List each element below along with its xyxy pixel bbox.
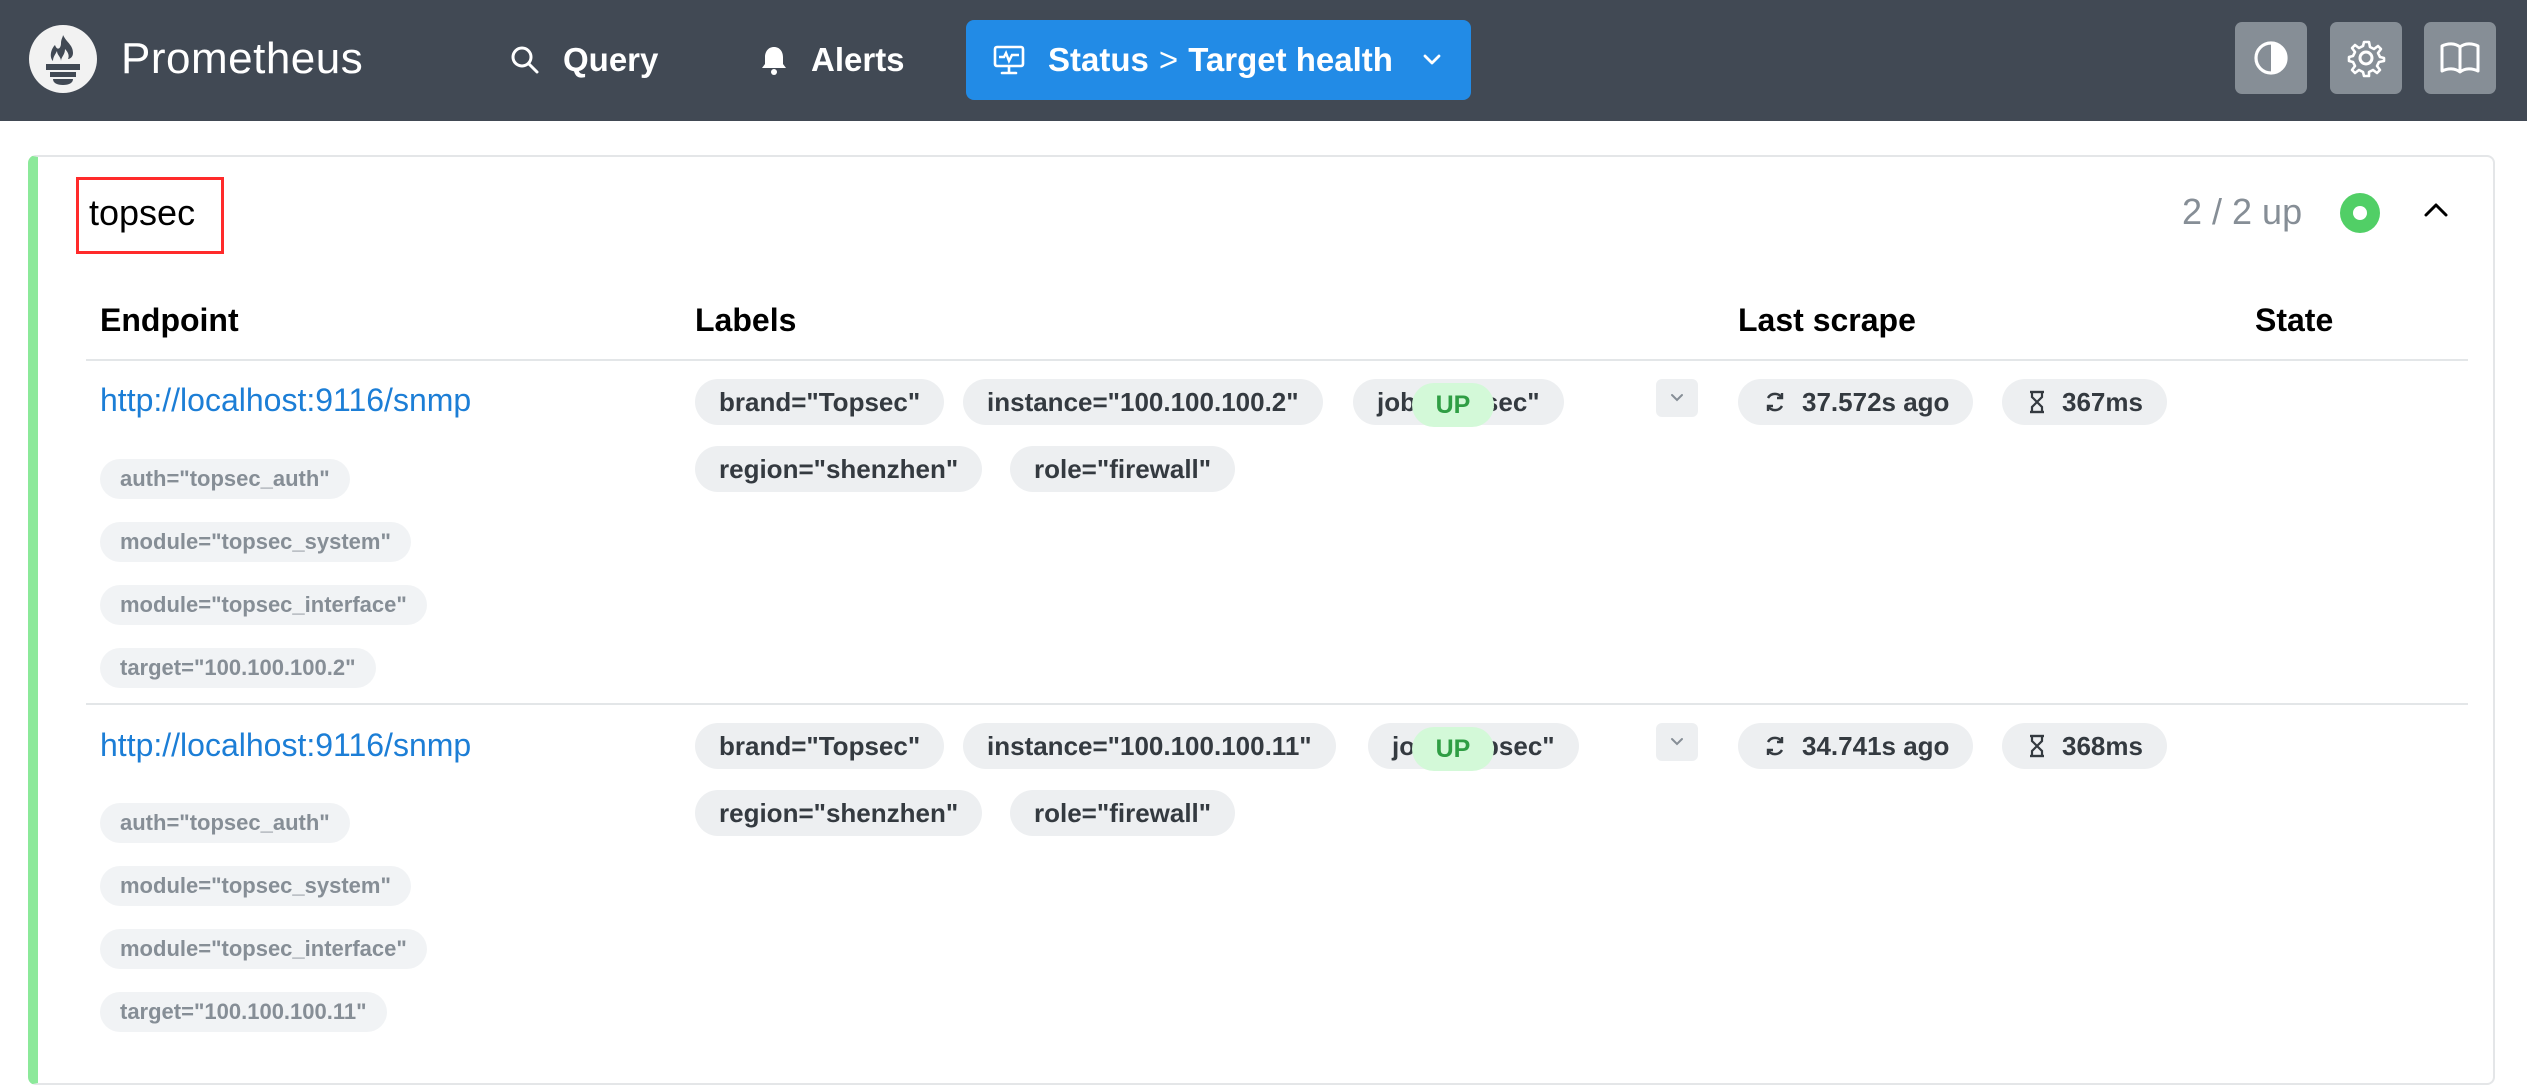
scrape-param-chip: module="topsec_interface": [100, 585, 427, 625]
settings-icon: [2347, 40, 2386, 78]
theme-toggle-icon: [2254, 41, 2288, 75]
expand-labels-button[interactable]: [1656, 379, 1698, 417]
last-scrape-value: 37.572s ago: [1802, 386, 1950, 417]
chevron-down-icon: [1671, 394, 1683, 402]
prometheus-logo-icon[interactable]: [29, 25, 97, 93]
scrape-param-chip: module="topsec_interface": [100, 929, 427, 969]
pool-up-summary: 2 / 2 up: [2182, 191, 2303, 232]
chevron-down-icon: [1423, 54, 1441, 65]
nav-status-current: Target health: [1188, 41, 1393, 78]
nav-status-dropdown[interactable]: Status > Target health: [966, 20, 1471, 100]
endpoint-link[interactable]: http://localhost:9116/snmp: [100, 727, 471, 764]
scrape-duration-value: 367ms: [2062, 386, 2143, 417]
nav-query[interactable]: Query: [509, 20, 658, 100]
label-chip: brand="Topsec": [695, 379, 945, 425]
nav-alerts-label: Alerts: [811, 41, 905, 78]
last-scrape-chip: 34.741s ago: [1738, 723, 1974, 769]
scrape-param-chip: auth="topsec_auth": [100, 459, 350, 499]
label-chip: region="shenzhen": [695, 790, 983, 836]
scrape-param-chip: target="100.100.100.2": [100, 648, 376, 688]
expand-labels-button[interactable]: [1656, 723, 1698, 761]
column-header-endpoint: Endpoint: [100, 302, 239, 338]
app-brand-title[interactable]: Prometheus: [121, 34, 363, 84]
breadcrumb-separator: >: [1158, 41, 1179, 78]
chevron-up-icon[interactable]: [2420, 195, 2452, 227]
last-scrape-value: 34.741s ago: [1802, 730, 1950, 761]
scrape-pool-card: topsec 2 / 2 up Endpoint Labels Last scr…: [28, 155, 2495, 1085]
scrape-duration-value: 368ms: [2062, 730, 2143, 761]
column-header-state: State: [2255, 302, 2334, 338]
table-divider: [86, 703, 2468, 705]
settings-button[interactable]: [2330, 22, 2402, 94]
documentation-button[interactable]: [2424, 22, 2496, 94]
hourglass-icon: [2030, 390, 2044, 414]
state-badge-up: UP: [1412, 383, 1494, 427]
nav-query-label: Query: [563, 41, 659, 78]
scrape-duration-chip: 367ms: [2002, 379, 2167, 425]
last-scrape-chip: 37.572s ago: [1738, 379, 1974, 425]
monitor-heartbeat-icon: [993, 45, 1025, 75]
scrape-param-chip: auth="topsec_auth": [100, 803, 350, 843]
endpoint-link[interactable]: http://localhost:9116/snmp: [100, 382, 471, 419]
column-header-labels: Labels: [695, 302, 797, 338]
label-chip: region="shenzhen": [695, 446, 983, 492]
label-chip: instance="100.100.100.11": [963, 723, 1336, 769]
pool-name: topsec: [76, 177, 224, 254]
search-icon: [511, 46, 539, 74]
book-icon: [2440, 42, 2480, 74]
chevron-down-icon: [1671, 738, 1683, 746]
table-divider: [86, 359, 2468, 361]
nav-alerts[interactable]: Alerts: [759, 20, 905, 100]
bell-icon: [762, 47, 786, 75]
scrape-param-chip: module="topsec_system": [100, 866, 411, 906]
scrape-param-chip: module="topsec_system": [100, 522, 411, 562]
refresh-icon: [1766, 392, 1784, 412]
theme-toggle-button[interactable]: [2235, 22, 2307, 94]
label-chip: instance="100.100.100.2": [963, 379, 1323, 425]
column-header-last-scrape: Last scrape: [1738, 302, 1916, 338]
state-badge-up: UP: [1412, 727, 1494, 771]
top-navigation-bar: Prometheus Query Alerts Status > Target …: [0, 0, 2527, 121]
scrape-param-chip: target="100.100.100.11": [100, 992, 387, 1032]
refresh-icon: [1766, 736, 1784, 756]
nav-status-parent: Status: [1048, 41, 1149, 78]
label-chip: role="firewall": [1010, 446, 1236, 492]
label-chip: role="firewall": [1010, 790, 1236, 836]
hourglass-icon: [2030, 734, 2044, 758]
scrape-duration-chip: 368ms: [2002, 723, 2167, 769]
label-chip: brand="Topsec": [695, 723, 945, 769]
health-ring-icon: [2340, 193, 2380, 233]
